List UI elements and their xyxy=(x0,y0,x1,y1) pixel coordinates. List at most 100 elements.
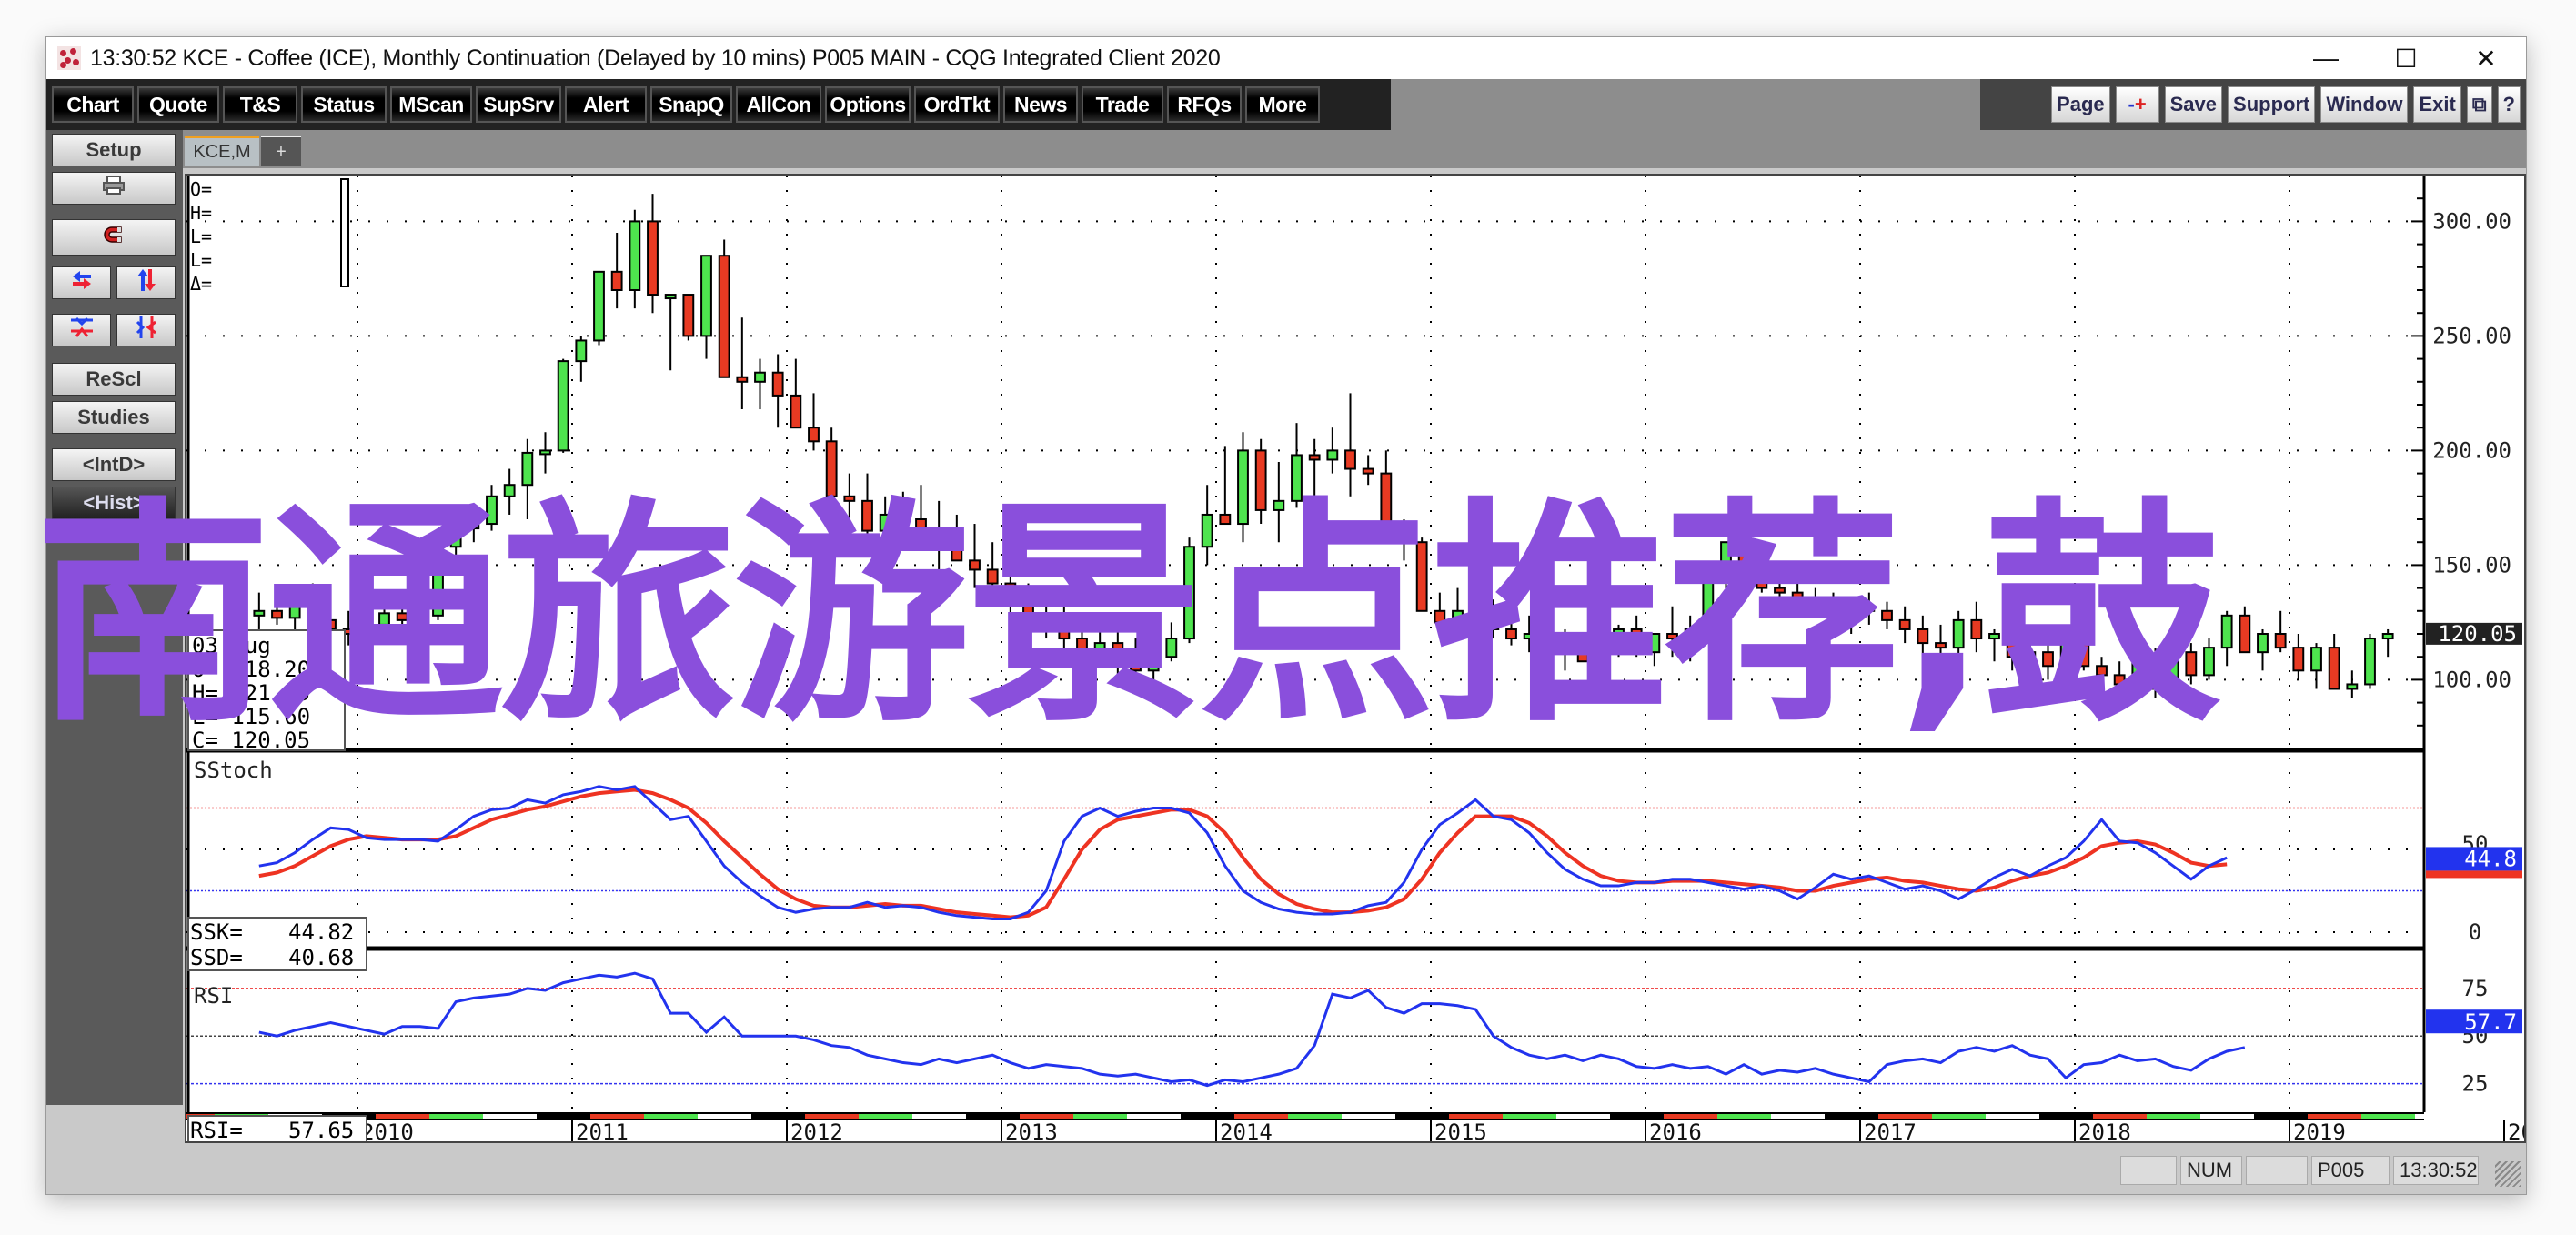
toolbar-btn-status[interactable]: Status xyxy=(301,86,387,123)
candle xyxy=(700,255,712,359)
season-green xyxy=(2147,1114,2200,1119)
toolbar-btn-snapq[interactable]: SnapQ xyxy=(650,86,732,123)
toolbar-btn-support[interactable]: Support xyxy=(2228,86,2316,123)
rescale-button[interactable]: ReScl xyxy=(52,363,176,396)
toolbar-btn-mscan[interactable]: MScan xyxy=(390,86,472,123)
ssk-label: SSK= xyxy=(190,919,243,945)
add-tab-button[interactable]: + xyxy=(261,136,301,166)
season-white xyxy=(483,1114,537,1119)
candle-body xyxy=(2220,614,2233,649)
setup-button[interactable]: Setup xyxy=(52,134,176,166)
candle xyxy=(718,239,730,378)
toolbar-btn-allcon[interactable]: AllCon xyxy=(736,86,821,123)
minimize-button[interactable]: — xyxy=(2286,37,2366,79)
candle-body xyxy=(539,449,551,456)
candle xyxy=(1326,427,1339,474)
stochastic-pane xyxy=(258,785,2228,920)
season-red xyxy=(1664,1114,1717,1119)
candle-body xyxy=(1344,449,1356,470)
toolbar-btn-save[interactable]: Save xyxy=(2164,86,2223,123)
stoch-title: SStoch xyxy=(194,758,273,783)
season-red xyxy=(805,1114,859,1119)
ssk-value: 44.82 xyxy=(288,919,354,945)
candle xyxy=(2292,634,2305,680)
studies-button[interactable]: Studies xyxy=(52,401,176,434)
season-white xyxy=(1556,1114,1610,1119)
toolbar-btn-alert[interactable]: Alert xyxy=(565,86,647,123)
candle xyxy=(2239,606,2251,654)
scroll-horizontal-button[interactable] xyxy=(52,266,111,299)
price-axis-label: 250.00 xyxy=(2432,323,2511,348)
compress-vertical-button[interactable] xyxy=(116,314,176,346)
last-price-label: 120.05 xyxy=(2438,621,2517,647)
toolbar-btn-supsrv[interactable]: SupSrv xyxy=(476,86,561,123)
toolbar-btn-quote[interactable]: Quote xyxy=(137,86,219,123)
season-red xyxy=(1878,1114,1932,1119)
horizontal-arrows-icon xyxy=(69,269,95,296)
toolbar-btn-restore[interactable]: ⧉ xyxy=(2466,86,2492,123)
candle xyxy=(2257,628,2269,671)
time-bar: 2010 2011 2012 2013 2014 2015 2016 2017 2018 2019… xyxy=(161,1112,2561,1145)
print-button[interactable] xyxy=(52,172,176,205)
year-label-2015: 2015 xyxy=(1434,1120,1487,1141)
season-white xyxy=(1986,1114,2039,1119)
season-red xyxy=(1020,1114,1073,1119)
cursor-high: H= xyxy=(190,202,212,224)
candle xyxy=(771,354,784,428)
stoch-readout: SSK= 44.82 SSD= 40.68 xyxy=(187,917,367,971)
candle xyxy=(2381,628,2394,658)
candle-body xyxy=(790,394,802,429)
status-cell-empty-1 xyxy=(2120,1156,2177,1185)
ssd-line xyxy=(258,788,2228,919)
season-white xyxy=(2200,1114,2254,1119)
tab-kce-m[interactable]: KCE,M xyxy=(185,136,259,166)
candle xyxy=(647,194,659,314)
compress-horizontal-button[interactable] xyxy=(52,314,111,346)
candle-body xyxy=(2381,633,2394,640)
toolbar-btn-window[interactable]: Window xyxy=(2320,86,2409,123)
toolbar-btn-rfqs[interactable]: RFQs xyxy=(1167,86,1242,123)
year-label-2019: 2019 xyxy=(2293,1120,2346,1141)
candle-body xyxy=(754,371,766,383)
year-label-2011: 2011 xyxy=(576,1120,629,1141)
candle-body xyxy=(1362,467,1374,475)
toolbar-right-group: Page - + Save Support Window Exit ⧉? xyxy=(1980,79,2526,130)
toolbar-btn-trade[interactable]: Trade xyxy=(1082,86,1163,123)
candle xyxy=(2364,634,2376,689)
candle-body xyxy=(557,360,569,452)
watermark-overlay: 南通旅游景点推荐,鼓 xyxy=(35,479,2220,754)
toolbar-btn-ordtkt[interactable]: OrdTkt xyxy=(914,86,1000,123)
resize-grip[interactable] xyxy=(2495,1161,2521,1187)
candle xyxy=(790,358,802,429)
toolbar-btn-more[interactable]: More xyxy=(1245,86,1320,123)
toolbar-btn-ts[interactable]: T&S xyxy=(223,86,297,123)
toolbar-btn-chart[interactable]: Chart xyxy=(52,86,134,123)
cqg-app-icon xyxy=(57,46,81,70)
candle-body xyxy=(2239,614,2251,654)
year-label-2013: 2013 xyxy=(1005,1120,1058,1141)
candle-body xyxy=(682,294,695,337)
toolbar-btn-help[interactable]: ? xyxy=(2497,86,2521,123)
price-axis-label: 200.00 xyxy=(2432,437,2511,463)
toolbar-btn-options[interactable]: Options xyxy=(825,86,911,123)
toolbar-btn-exit[interactable]: Exit xyxy=(2413,86,2461,123)
candle xyxy=(664,294,677,371)
rsi-tag-label: 57.7 xyxy=(2464,1009,2517,1035)
maximize-button[interactable]: ☐ xyxy=(2366,37,2446,79)
cursor-open: O= xyxy=(190,178,212,200)
rsi-value: 57.65 xyxy=(288,1118,354,1141)
close-button[interactable]: ✕ xyxy=(2446,37,2526,79)
scroll-vertical-button[interactable] xyxy=(116,266,176,299)
toolbar-btn-news[interactable]: News xyxy=(1003,86,1078,123)
toolbar-btn-page[interactable]: Page xyxy=(2051,86,2110,123)
rsi-pane xyxy=(258,971,2246,1088)
season-white xyxy=(1127,1114,1181,1119)
intraday-button[interactable]: <IntD> xyxy=(52,448,176,481)
magnet-button[interactable] xyxy=(52,219,176,256)
toolbar-btn-zoom[interactable]: - + xyxy=(2115,86,2159,123)
candle-body xyxy=(664,294,677,300)
compress-horizontal-icon xyxy=(69,316,95,344)
season-green xyxy=(1717,1114,1771,1119)
season-green xyxy=(1073,1114,1127,1119)
candle xyxy=(808,393,820,451)
